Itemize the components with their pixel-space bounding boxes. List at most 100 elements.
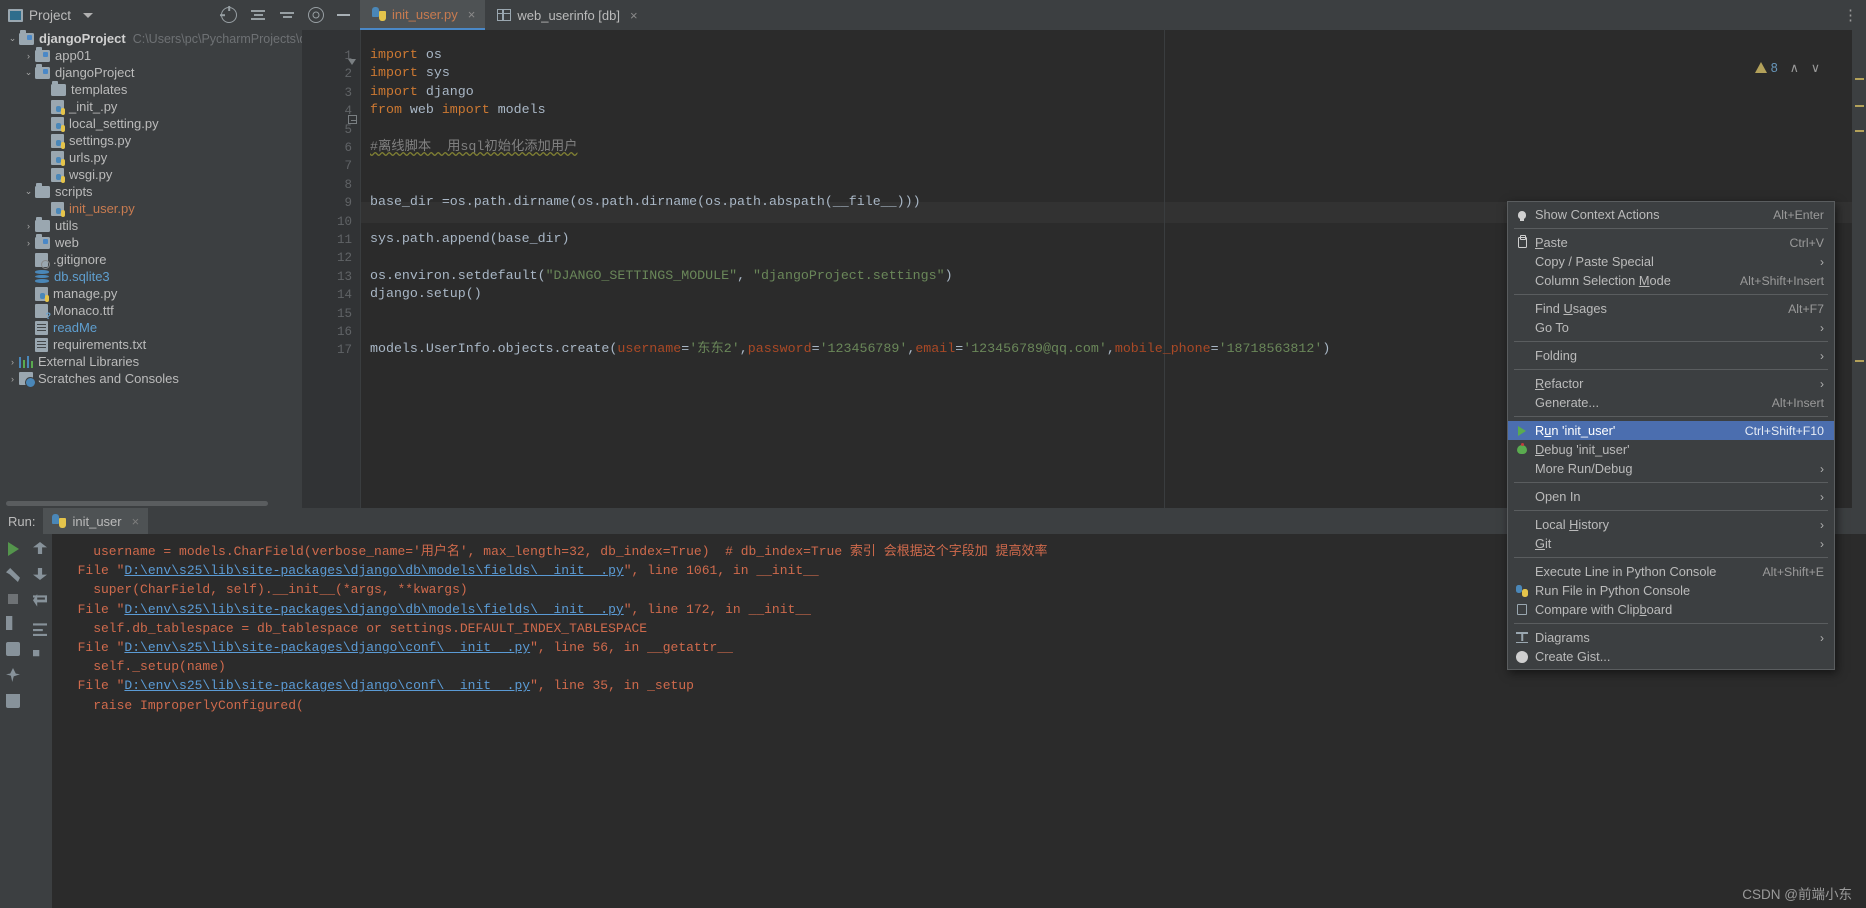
tree-item-init-user-py[interactable]: init_user.py: [0, 200, 302, 217]
tree-item-db-sqlite3[interactable]: db.sqlite3: [0, 268, 302, 285]
tree-item-settings-py[interactable]: settings.py: [0, 132, 302, 149]
run-icon[interactable]: [7, 542, 19, 556]
code-line-9[interactable]: base_dir =os.path.dirname(os.path.dirnam…: [370, 191, 921, 213]
warning-marker[interactable]: [1855, 78, 1864, 80]
console-line[interactable]: raise ImproperlyConfigured(: [62, 696, 304, 715]
chevron-down-icon[interactable]: ⌄: [22, 186, 35, 197]
chevron-right-icon[interactable]: ›: [22, 221, 35, 231]
console-line[interactable]: File "D:\env\s25\lib\site-packages\djang…: [62, 638, 733, 657]
tree-item-manage-py[interactable]: manage.py: [0, 285, 302, 302]
menu-item-more-run-debug[interactable]: More Run/Debug ›: [1508, 459, 1834, 478]
stop-icon[interactable]: [8, 594, 18, 604]
wrench-icon[interactable]: [6, 568, 20, 582]
close-icon[interactable]: ×: [132, 514, 140, 529]
warning-marker[interactable]: [1855, 105, 1864, 107]
file-path-link[interactable]: D:\env\s25\lib\site-packages\django\db\m…: [124, 602, 623, 617]
run-toolbar-left-secondary[interactable]: [28, 534, 52, 908]
menu-overflow-icon[interactable]: ⋮: [1843, 6, 1858, 24]
console-line[interactable]: File "D:\env\s25\lib\site-packages\djang…: [62, 600, 811, 619]
tree-item-wsgi-py[interactable]: wsgi.py: [0, 166, 302, 183]
tree-item--init--py[interactable]: _init_.py: [0, 98, 302, 115]
console-line[interactable]: username = models.CharField(verbose_name…: [62, 542, 1047, 561]
sidebar-scrollbar[interactable]: [0, 500, 302, 507]
close-icon[interactable]: ×: [468, 7, 476, 22]
menu-item-show-context-actions[interactable]: Show Context Actions Alt+Enter: [1508, 205, 1834, 224]
menu-item-paste[interactable]: Paste Ctrl+V: [1508, 233, 1834, 252]
tab-web-userinfo-db[interactable]: web_userinfo [db] ×: [485, 0, 647, 30]
tree-item-readme[interactable]: readMe: [0, 319, 302, 336]
print-icon[interactable]: [6, 642, 20, 656]
expand-icon[interactable]: [250, 7, 266, 23]
file-path-link[interactable]: D:\env\s25\lib\site-packages\django\conf…: [124, 678, 530, 693]
settings-gear-icon[interactable]: [308, 7, 324, 23]
console-line[interactable]: self._setup(name): [62, 657, 226, 676]
tree-item-monaco-ttf[interactable]: Monaco.ttf: [0, 302, 302, 321]
chevron-down-icon[interactable]: [83, 12, 94, 18]
menu-item-debug--init-user[interactable]: Debug 'init_user': [1508, 440, 1834, 459]
fold-marker-icon[interactable]: [348, 59, 356, 65]
console-line[interactable]: super(CharField, self).__init__(*args, *…: [62, 580, 467, 599]
inspection-status[interactable]: 8 ∧ ∨: [1754, 60, 1820, 75]
menu-item-column-selection-mode[interactable]: Column Selection Mode Alt+Shift+Insert: [1508, 271, 1834, 290]
menu-item-execute-line-in-python-console[interactable]: Execute Line in Python Console Alt+Shift+…: [1508, 562, 1834, 581]
warning-marker[interactable]: [1855, 360, 1864, 362]
tree-item-templates[interactable]: templates: [0, 81, 302, 98]
chevron-down-icon[interactable]: ⌄: [6, 33, 19, 44]
up-arrow-icon[interactable]: [33, 542, 47, 554]
menu-item-run-file-in-python-console[interactable]: Run File in Python Console: [1508, 581, 1834, 600]
nav-down-icon[interactable]: ∨: [1811, 60, 1820, 75]
menu-item-git[interactable]: Git ›: [1508, 534, 1834, 553]
menu-item-local-history[interactable]: Local History ›: [1508, 515, 1834, 534]
chevron-down-icon[interactable]: ⌄: [22, 67, 35, 78]
scroll-to-end-icon[interactable]: [33, 623, 47, 636]
locate-icon[interactable]: [221, 7, 237, 23]
pin-icon[interactable]: [6, 668, 20, 682]
file-path-link[interactable]: D:\env\s25\lib\site-packages\django\conf…: [124, 640, 530, 655]
editor-context-menu[interactable]: Show Context Actions Alt+Enter Paste Ctrl+V…: [1507, 201, 1835, 670]
tree-item-scratches-and-consoles[interactable]: › Scratches and Consoles: [0, 370, 302, 388]
menu-item-create-gist[interactable]: Create Gist...: [1508, 647, 1834, 666]
tree-item-local-setting-py[interactable]: local_setting.py: [0, 115, 302, 132]
trash-icon[interactable]: [6, 694, 20, 708]
run-toolbar-left[interactable]: [0, 534, 26, 908]
tree-item-utils[interactable]: › utils: [0, 217, 302, 234]
chevron-right-icon[interactable]: ›: [22, 238, 35, 248]
chevron-right-icon[interactable]: ›: [6, 357, 19, 367]
menu-item-copy---paste-special[interactable]: Copy / Paste Special ›: [1508, 252, 1834, 271]
editor-gutter[interactable]: 1 2 3 4 5 6 7 8 9 10 11 12 13 14 15 16 17: [302, 30, 360, 508]
close-icon[interactable]: ×: [630, 8, 638, 23]
code-line-4[interactable]: from web import models: [370, 99, 546, 121]
tab-init-user-py[interactable]: init_user.py ×: [360, 0, 486, 30]
collapse-all-icon[interactable]: [279, 7, 295, 23]
menu-item-find-usages[interactable]: Find Usages Alt+F7: [1508, 299, 1834, 318]
menu-item-run--init-user[interactable]: Run 'init_user' Ctrl+Shift+F10: [1508, 421, 1834, 440]
tree-item-djangoproject[interactable]: ⌄ djangoProject C:\Users\pc\PycharmProject…: [0, 30, 302, 47]
tree-item-app01[interactable]: › app01: [0, 47, 302, 64]
menu-item-refactor[interactable]: Refactor ›: [1508, 374, 1834, 393]
menu-item-open-in[interactable]: Open In ›: [1508, 487, 1834, 506]
tree-item-urls-py[interactable]: urls.py: [0, 149, 302, 166]
menu-item-generate[interactable]: Generate... Alt+Insert: [1508, 393, 1834, 412]
console-line[interactable]: File "D:\env\s25\lib\site-packages\djang…: [62, 561, 819, 580]
project-tree[interactable]: ⌄ djangoProject C:\Users\pc\PycharmProject…: [0, 30, 302, 508]
menu-item-diagrams[interactable]: Diagrams ›: [1508, 628, 1834, 647]
run-config-tab[interactable]: init_user ×: [43, 508, 149, 534]
grid-icon[interactable]: [33, 650, 40, 657]
menu-item-folding[interactable]: Folding ›: [1508, 346, 1834, 365]
file-path-link[interactable]: D:\env\s25\lib\site-packages\django\db\m…: [124, 563, 623, 578]
layout-icon[interactable]: [6, 616, 13, 630]
tree-item-scripts[interactable]: ⌄ scripts: [0, 183, 302, 200]
chevron-right-icon[interactable]: ›: [6, 374, 19, 384]
code-line-11[interactable]: sys.path.append(base_dir): [370, 228, 570, 250]
code-line-17[interactable]: models.UserInfo.objects.create(username=…: [370, 338, 1330, 360]
down-arrow-icon[interactable]: [33, 568, 47, 580]
menu-item-compare-with-clipboard[interactable]: Compare with Clipboard: [1508, 600, 1834, 619]
soft-wrap-icon[interactable]: [33, 594, 47, 607]
tree-item-requirements-txt[interactable]: requirements.txt: [0, 336, 302, 353]
tree-item-web[interactable]: › web: [0, 234, 302, 251]
fold-marker-icon[interactable]: [348, 115, 357, 124]
tree-item-djangoproject[interactable]: ⌄ djangoProject: [0, 64, 302, 81]
tree-item--gitignore[interactable]: .gitignore: [0, 251, 302, 269]
console-line[interactable]: File "D:\env\s25\lib\site-packages\djang…: [62, 676, 694, 695]
warning-marker[interactable]: [1855, 130, 1864, 132]
